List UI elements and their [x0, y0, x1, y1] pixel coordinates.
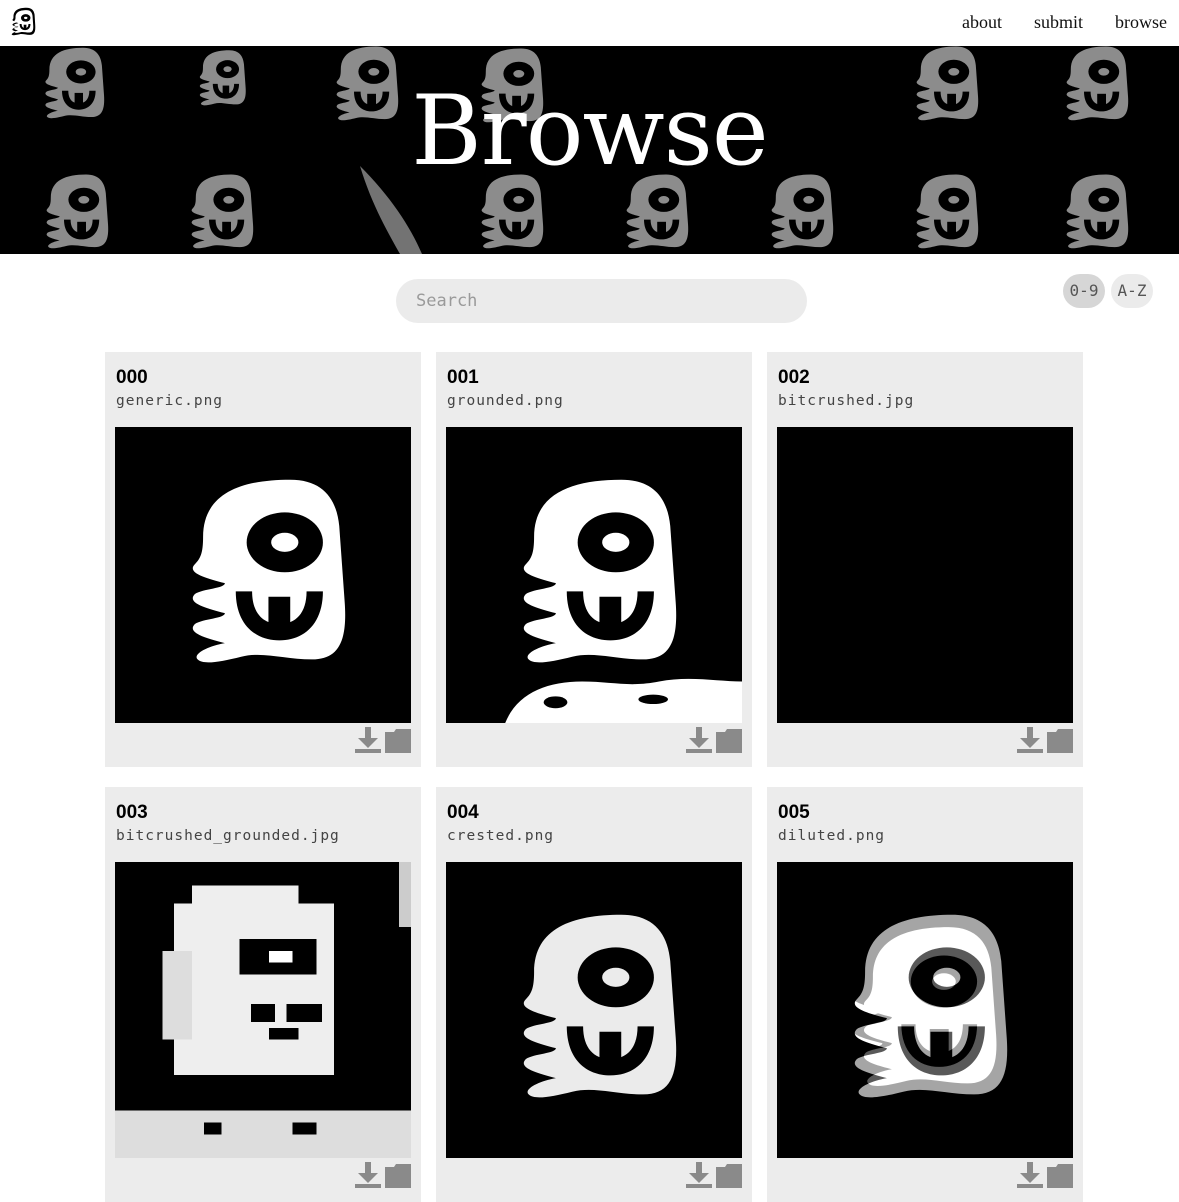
item-filename: generic.png — [116, 393, 224, 409]
hero-banner: Browse — [0, 46, 1179, 254]
sort-alpha-button[interactable]: A-Z — [1111, 274, 1153, 308]
item-thumbnail[interactable] — [115, 427, 411, 723]
nav-about-link[interactable]: about — [962, 12, 1002, 33]
item-thumbnail[interactable] — [777, 427, 1073, 723]
item-number: 002 — [778, 367, 810, 388]
item-thumbnail[interactable] — [446, 427, 742, 723]
folder-icon[interactable] — [716, 1164, 742, 1188]
item-card[interactable]: 001 grounded.png — [436, 352, 752, 767]
item-filename: grounded.png — [447, 393, 564, 409]
item-card[interactable]: 003 bitcrushed_grounded.jpg — [105, 787, 421, 1202]
download-icon[interactable] — [686, 1162, 712, 1188]
item-number: 000 — [116, 367, 148, 388]
item-number: 001 — [447, 367, 479, 388]
folder-icon[interactable] — [385, 729, 411, 753]
item-thumbnail[interactable] — [446, 862, 742, 1158]
item-filename: bitcrushed.jpg — [778, 393, 915, 409]
item-card[interactable]: 002 bitcrushed.jpg — [767, 352, 1083, 767]
download-icon[interactable] — [1017, 1162, 1043, 1188]
nav-browse-link[interactable]: browse — [1115, 12, 1167, 33]
item-card[interactable]: 004 crested.png — [436, 787, 752, 1202]
item-filename: crested.png — [447, 828, 555, 844]
item-thumbnail[interactable] — [777, 862, 1073, 1158]
folder-icon[interactable] — [716, 729, 742, 753]
folder-icon[interactable] — [385, 1164, 411, 1188]
page-title: Browse — [411, 75, 768, 187]
top-bar: about submit browse — [0, 0, 1179, 46]
folder-icon[interactable] — [1047, 729, 1073, 753]
main-nav: about submit browse — [962, 12, 1167, 33]
download-icon[interactable] — [686, 727, 712, 753]
download-icon[interactable] — [1017, 727, 1043, 753]
item-card[interactable]: 000 generic.png — [105, 352, 421, 767]
folder-icon[interactable] — [1047, 1164, 1073, 1188]
item-number: 004 — [447, 802, 479, 823]
nav-submit-link[interactable]: submit — [1034, 12, 1083, 33]
download-icon[interactable] — [355, 1162, 381, 1188]
sort-numeric-button[interactable]: 0-9 — [1063, 274, 1105, 308]
item-card[interactable]: 005 diluted.png — [767, 787, 1083, 1202]
item-filename: bitcrushed_grounded.jpg — [116, 828, 340, 844]
item-thumbnail[interactable] — [115, 862, 411, 1158]
item-number: 003 — [116, 802, 148, 823]
ghost-logo-icon[interactable] — [6, 5, 40, 39]
download-icon[interactable] — [355, 727, 381, 753]
item-number: 005 — [778, 802, 810, 823]
search-input[interactable] — [396, 279, 807, 323]
item-filename: diluted.png — [778, 828, 886, 844]
